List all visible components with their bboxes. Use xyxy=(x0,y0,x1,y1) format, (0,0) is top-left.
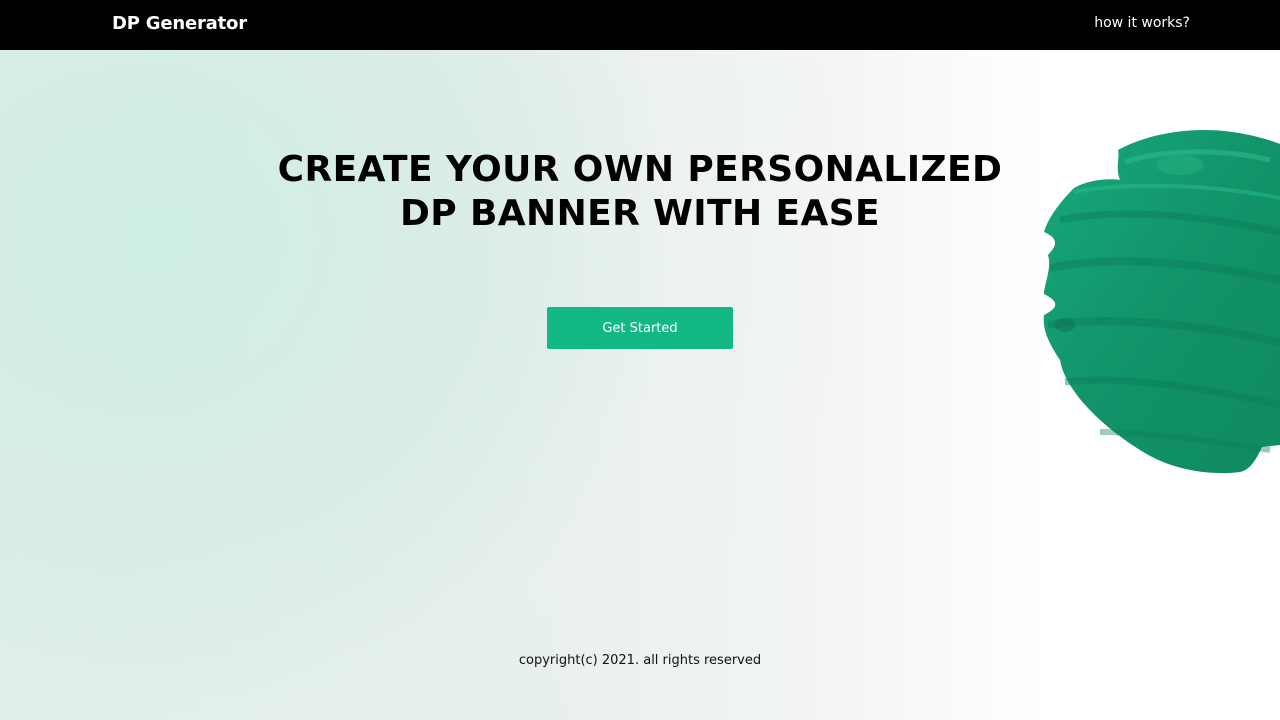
green-3d-sphere-icon xyxy=(1043,130,1280,474)
top-navbar: DP Generator how it works? xyxy=(0,0,1280,50)
how-it-works-link[interactable]: how it works? xyxy=(1094,15,1190,31)
brand-logo-link[interactable]: DP Generator xyxy=(112,13,247,34)
get-started-button[interactable]: Get Started xyxy=(547,307,733,349)
hero-title-line-1: CREATE YOUR OWN PERSONALIZED xyxy=(277,149,1003,190)
copyright-text: copyright(c) 2021. all rights reserved xyxy=(518,653,762,668)
hero-title: CREATE YOUR OWN PERSONALIZED DP BANNER W… xyxy=(240,148,1040,236)
hero-title-line-2: DP BANNER WITH EASE xyxy=(399,193,881,234)
